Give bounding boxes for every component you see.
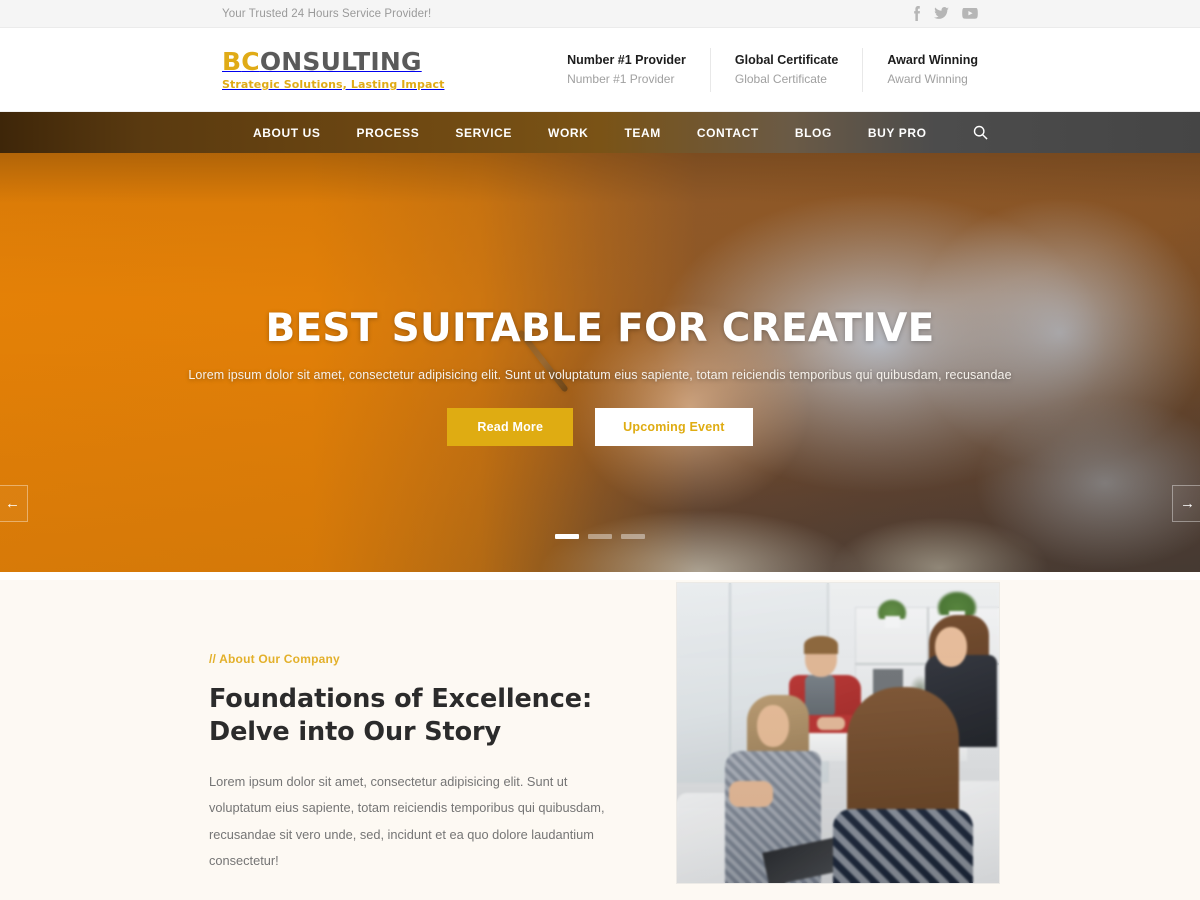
- hero-slider: BEST SUITABLE FOR CREATIVE Lorem ipsum d…: [0, 153, 1200, 572]
- slider-pagination: [0, 534, 1200, 539]
- read-more-button[interactable]: Read More: [447, 407, 574, 446]
- about-image-column: [676, 580, 1000, 884]
- info-title: Award Winning: [887, 53, 978, 68]
- hero-buttons: Read More Upcoming Event: [0, 407, 1200, 446]
- info-sub: Award Winning: [887, 71, 968, 86]
- logo-letter-b: B: [222, 47, 242, 76]
- header-info-item-3: Award Winning Award Winning: [863, 48, 978, 92]
- nav-item-buy-pro[interactable]: BUY PRO: [850, 126, 945, 140]
- about-eyebrow: // About Our Company: [209, 652, 340, 666]
- hero-content: BEST SUITABLE FOR CREATIVE Lorem ipsum d…: [0, 153, 1200, 446]
- nav-item-team[interactable]: TEAM: [606, 126, 678, 140]
- nav-item-blog[interactable]: BLOG: [777, 126, 850, 140]
- header-info-group: Number #1 Provider Number #1 Provider Gl…: [543, 47, 978, 92]
- nav-item-service[interactable]: SERVICE: [437, 126, 530, 140]
- main-navigation: ABOUT US PROCESS SERVICE WORK TEAM CONTA…: [0, 112, 1200, 153]
- site-header: BCONSULTING Strategic Solutions, Lasting…: [0, 28, 1200, 112]
- site-logo[interactable]: BCONSULTING Strategic Solutions, Lasting…: [222, 49, 444, 90]
- logo-rest: ONSULTING: [259, 47, 422, 76]
- nav-item-work[interactable]: WORK: [530, 126, 606, 140]
- logo-letter-c: C: [241, 47, 260, 76]
- upcoming-event-button[interactable]: Upcoming Event: [595, 407, 753, 446]
- info-title: Number #1 Provider: [567, 53, 686, 68]
- nav-item-contact[interactable]: CONTACT: [679, 126, 777, 140]
- twitter-icon[interactable]: [934, 7, 949, 20]
- facebook-icon[interactable]: [912, 6, 921, 21]
- nav-item-process[interactable]: PROCESS: [338, 126, 437, 140]
- search-icon[interactable]: [973, 125, 988, 140]
- about-title: Foundations of Excellence: Delve into Ou…: [209, 684, 593, 747]
- nav-list: ABOUT US PROCESS SERVICE WORK TEAM CONTA…: [235, 126, 945, 140]
- slider-prev-arrow-icon[interactable]: ←: [0, 485, 28, 522]
- slider-dot-1[interactable]: [555, 534, 579, 539]
- header-info-item-1: Number #1 Provider Number #1 Provider: [543, 47, 711, 92]
- logo-wordmark: BCONSULTING: [222, 47, 422, 76]
- about-section: // About Our Company Foundations of Exce…: [0, 572, 1200, 900]
- hero-subtitle: Lorem ipsum dolor sit amet, consectetur …: [188, 367, 1012, 382]
- youtube-icon[interactable]: [962, 7, 978, 20]
- info-sub: Global Certificate: [734, 71, 827, 86]
- slider-next-arrow-icon[interactable]: →: [1172, 485, 1200, 522]
- header-info-item-2: Global Certificate Global Certificate: [711, 47, 864, 92]
- nav-item-about-us[interactable]: ABOUT US: [235, 126, 338, 140]
- about-text-column: // About Our Company Foundations of Exce…: [200, 580, 605, 900]
- hero-title: BEST SUITABLE FOR CREATIVE: [265, 306, 935, 351]
- info-sub: Number #1 Provider: [567, 71, 675, 86]
- logo-tagline: Strategic Solutions, Lasting Impact: [222, 78, 445, 91]
- about-team-photo: [676, 582, 1000, 884]
- topbar-tagline: Your Trusted 24 Hours Service Provider!: [222, 7, 432, 20]
- top-bar: Your Trusted 24 Hours Service Provider!: [0, 0, 1200, 28]
- slider-dot-3[interactable]: [621, 534, 645, 539]
- slider-dot-2[interactable]: [588, 534, 612, 539]
- info-title: Global Certificate: [734, 53, 839, 68]
- social-links: [912, 6, 978, 21]
- about-description: Lorem ipsum dolor sit amet, consectetur …: [209, 774, 605, 868]
